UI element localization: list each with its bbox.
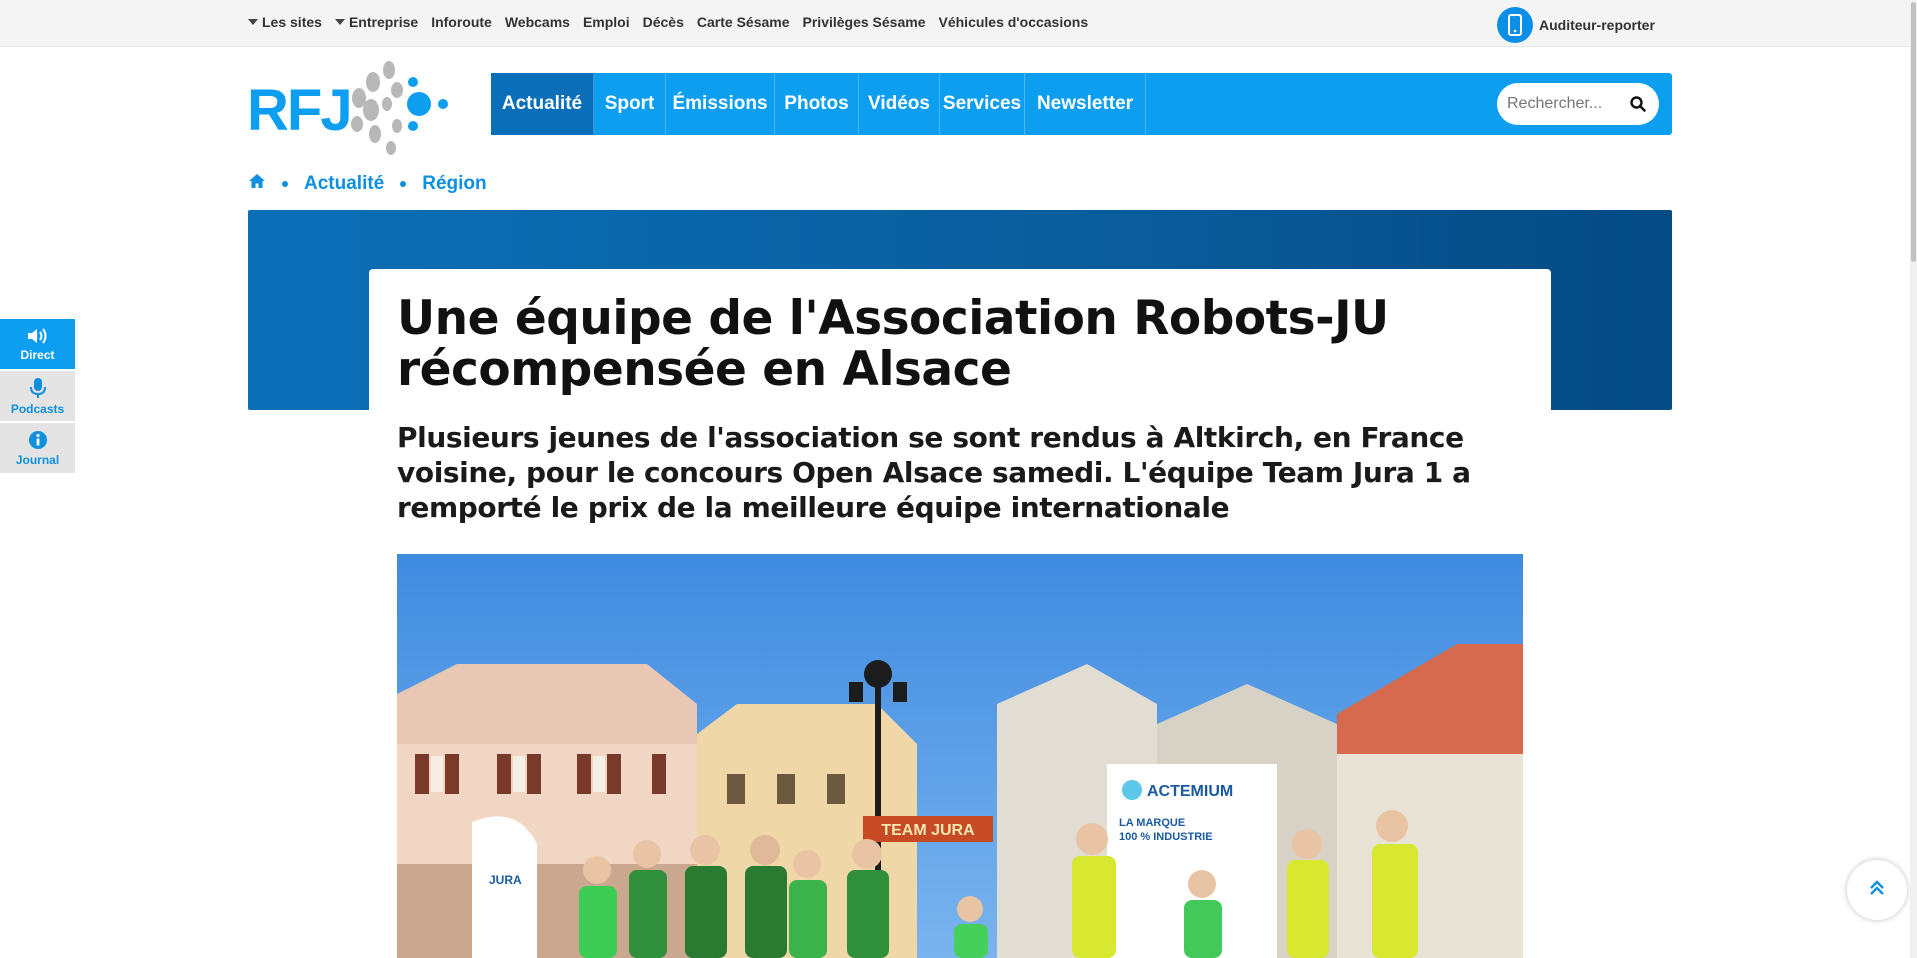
top-link-vehicules[interactable]: Véhicules d'occasions	[939, 14, 1089, 30]
article-lead: Plusieurs jeunes de l'association se son…	[397, 421, 1471, 524]
search-box	[1497, 83, 1659, 125]
page-scrollbar[interactable]	[1910, 0, 1917, 958]
rfj-logo[interactable]: RFJ	[247, 52, 452, 160]
nav-photos[interactable]: Photos	[775, 73, 859, 135]
photo-banner-line1: LA MARQUE	[1119, 817, 1185, 829]
nav-services[interactable]: Services	[940, 73, 1025, 135]
top-link-webcams[interactable]: Webcams	[505, 14, 570, 30]
phone-icon	[1497, 7, 1533, 43]
side-tab-direct-label: Direct	[20, 347, 55, 362]
home-icon[interactable]	[248, 173, 266, 195]
speaker-icon	[26, 327, 50, 348]
search-icon[interactable]	[1629, 95, 1647, 113]
side-tabs: Direct Podcasts Journal	[0, 319, 75, 475]
photo-flag-text: JURA	[489, 873, 522, 887]
breadcrumb-separator	[400, 181, 407, 187]
nav-sport[interactable]: Sport	[594, 73, 666, 135]
caret-down-icon	[334, 19, 345, 25]
top-link-carte-sesame[interactable]: Carte Sésame	[697, 14, 790, 30]
logo-text: RFJ	[247, 78, 351, 143]
top-link-emploi[interactable]: Emploi	[583, 14, 630, 30]
caret-down-icon	[248, 19, 258, 25]
scroll-to-top-button[interactable]	[1847, 860, 1907, 920]
side-tab-podcasts[interactable]: Podcasts	[0, 371, 75, 421]
auditeur-reporter-label: Auditeur-reporter	[1539, 17, 1655, 33]
top-links: Les sites Entreprise Inforoute Webcams E…	[248, 14, 1088, 30]
side-tab-journal[interactable]: Journal	[0, 423, 75, 473]
nav-emissions[interactable]: Émissions	[666, 73, 775, 135]
breadcrumb-region[interactable]: Région	[422, 173, 486, 195]
nav-newsletter[interactable]: Newsletter	[1025, 73, 1146, 135]
top-utility-bar: Les sites Entreprise Inforoute Webcams E…	[0, 0, 1917, 47]
top-link-privileges-sesame[interactable]: Privilèges Sésame	[803, 14, 926, 30]
photo-banner-line2: 100 % INDUSTRIE	[1119, 831, 1213, 843]
top-link-les-sites[interactable]: Les sites	[248, 14, 322, 30]
main-navigation: Actualité Sport Émissions Photos Vidéos …	[491, 73, 1672, 135]
article-title: Une équipe de l'Association Robots-JU ré…	[397, 291, 1389, 397]
double-chevron-up-icon	[1868, 879, 1886, 902]
side-tab-journal-label: Journal	[15, 452, 60, 467]
scrollbar-thumb[interactable]	[1911, 2, 1916, 262]
side-tab-direct[interactable]: Direct	[0, 319, 75, 369]
nav-actualite[interactable]: Actualité	[491, 73, 594, 135]
breadcrumb-actualite[interactable]: Actualité	[304, 173, 384, 195]
top-link-entreprise[interactable]: Entreprise	[334, 14, 418, 30]
breadcrumb: Actualité Région	[248, 173, 487, 195]
photo-team-sign: TEAM JURA	[881, 822, 975, 839]
microphone-icon	[29, 377, 46, 402]
search-input[interactable]	[1507, 83, 1625, 125]
article-photo[interactable]: TEAM JURA ACTEMIUM LA MARQUE 100 % INDUS…	[397, 554, 1523, 958]
top-link-inforoute[interactable]: Inforoute	[431, 14, 492, 30]
photo-banner-brand: ACTEMIUM	[1147, 783, 1233, 800]
side-tab-podcasts-label: Podcasts	[10, 401, 65, 416]
breadcrumb-separator	[282, 181, 288, 187]
auditeur-reporter-link[interactable]: Auditeur-reporter	[1497, 7, 1655, 43]
nav-videos[interactable]: Vidéos	[859, 73, 940, 135]
top-link-deces[interactable]: Décès	[643, 14, 684, 30]
info-icon	[28, 430, 48, 453]
